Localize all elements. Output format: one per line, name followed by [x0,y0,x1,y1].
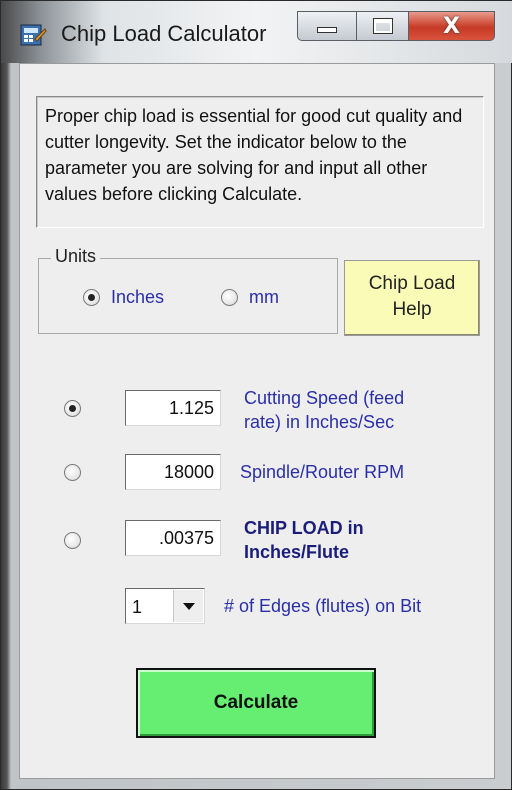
help-button-line1: Chip Load [368,273,456,294]
chip-load-input[interactable]: .00375 [125,520,221,556]
maximize-icon [372,18,393,34]
chip-load-radio[interactable] [64,532,81,549]
radio-selected-dot [69,405,76,412]
spindle-rpm-label: Spindle/Router RPM [240,462,405,482]
units-inches-radio[interactable] [83,289,100,306]
chip-load-label: CHIP LOAD in Inches/Flute [244,516,364,564]
units-legend: Units [51,246,101,267]
app-icon [20,24,47,46]
units-mm-radio[interactable] [221,289,238,306]
cutting-speed-label-line2: rate) in Inches/Sec [244,412,395,432]
units-mm-label[interactable]: mm [249,287,279,308]
spindle-rpm-radio[interactable] [64,464,81,481]
cutting-speed-label-line1: Cutting Speed (feed [244,388,405,408]
chip-load-label-line2: Inches/Flute [244,542,350,562]
dialog-body: Proper chip load is essential for good c… [19,63,495,779]
edges-dropdown-button[interactable] [173,590,203,622]
cutting-speed-radio[interactable] [64,400,81,417]
window-controls: X [297,11,495,43]
units-inches-label[interactable]: Inches [111,287,164,308]
chevron-down-icon [182,602,195,610]
calculate-label: Calculate [213,692,299,713]
edges-label: # of Edges (flutes) on Bit [224,596,422,616]
cutting-speed-label: Cutting Speed (feed rate) in Inches/Sec [244,386,404,434]
instructions-text: Proper chip load is essential for good c… [36,96,484,228]
close-button[interactable]: X [409,11,495,41]
cutting-speed-input[interactable]: 1.125 [125,390,221,426]
help-button-line2: Help [392,299,432,320]
calculate-button[interactable]: Calculate [136,668,376,738]
edges-select[interactable]: 1 [125,588,205,624]
edges-select-value: 1 [132,597,143,617]
window-title: Chip Load Calculator [61,21,267,46]
chip-load-window: Chip Load Calculator X Proper chip load … [0,0,512,790]
chip-load-label-line1: CHIP LOAD in [244,518,364,538]
close-icon: X [443,13,460,39]
title-bar[interactable]: Chip Load Calculator X [1,1,512,63]
minimize-button[interactable] [297,11,357,41]
spindle-rpm-input[interactable]: 18000 [125,454,221,490]
chip-load-help-button[interactable]: Chip Load Help [344,260,480,336]
units-groupbox: Units Inches mm [38,246,338,334]
radio-selected-dot [88,294,95,301]
minimize-icon [317,27,337,33]
maximize-button[interactable] [357,11,409,41]
